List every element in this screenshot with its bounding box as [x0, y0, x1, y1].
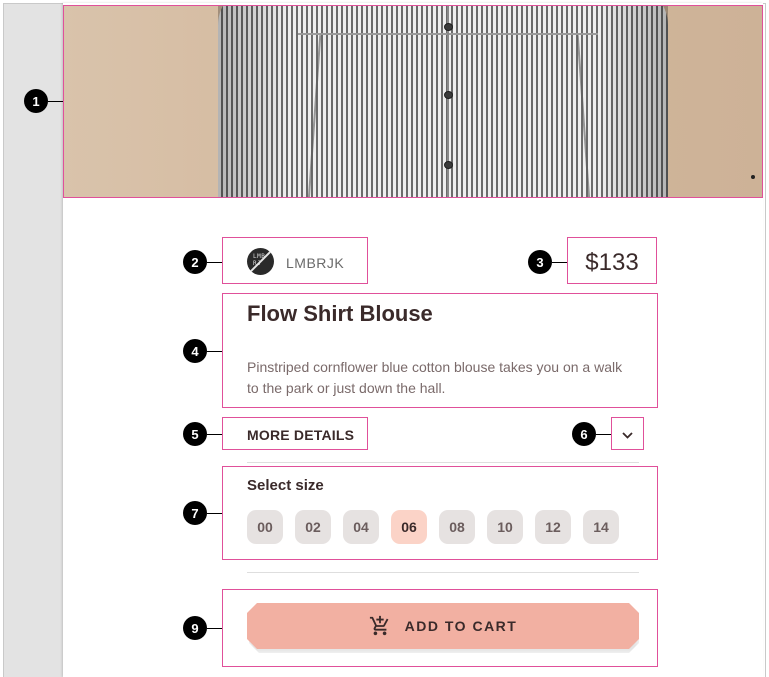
annotation-connector — [207, 351, 222, 352]
annotation-box-image — [63, 5, 763, 198]
annotation-connector — [48, 101, 63, 102]
annotation-badge: 3 — [528, 250, 552, 274]
annotation-badge: 1 — [24, 89, 48, 113]
annotation-badge: 6 — [572, 422, 596, 446]
annotation-connector — [207, 628, 222, 629]
annotation-box-expand — [611, 417, 644, 450]
annotation-box-cart — [222, 589, 658, 667]
annotation-connector — [207, 434, 222, 435]
annotation-badge: 9 — [183, 616, 207, 640]
divider — [247, 572, 639, 573]
annotation-badge: 7 — [183, 501, 207, 525]
annotation-badge: 2 — [183, 250, 207, 274]
annotation-connector — [207, 262, 222, 263]
annotation-badge: 5 — [183, 422, 207, 446]
annotation-connector — [207, 513, 222, 514]
annotation-connector — [552, 262, 567, 263]
divider — [247, 462, 639, 463]
annotation-badge: 4 — [183, 339, 207, 363]
annotation-box-brand — [222, 237, 368, 284]
annotation-box-sizes — [222, 466, 658, 560]
annotation-box-price — [567, 237, 657, 284]
annotation-connector — [596, 434, 611, 435]
annotation-box-title-description — [222, 293, 658, 408]
annotation-box-more-details — [222, 417, 368, 450]
